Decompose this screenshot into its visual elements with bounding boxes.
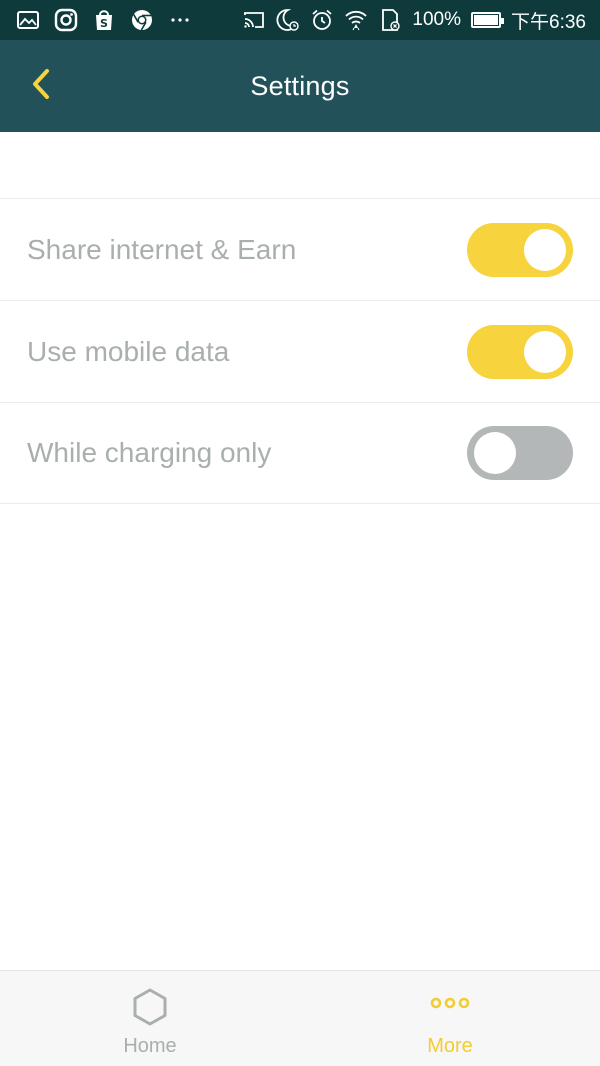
setting-label: While charging only [27, 437, 272, 468]
setting-label: Share internet & Earn [27, 233, 297, 265]
do-not-disturb-icon [276, 8, 300, 32]
instagram-icon [54, 8, 78, 32]
bottom-navigation: Home More [0, 970, 600, 1066]
status-bar-system: 100% 下午6:36 [242, 7, 586, 34]
clock: 下午6:36 [511, 11, 586, 33]
settings-list: Share internet & Earn Use mobile data Wh… [0, 198, 600, 504]
back-button[interactable] [22, 66, 62, 106]
chevron-left-icon [29, 67, 55, 106]
shopee-icon: S [92, 8, 116, 32]
mobile-data-toggle[interactable] [467, 324, 573, 379]
three-dots-icon [428, 987, 472, 1027]
sd-card-icon [378, 8, 402, 32]
cast-icon [242, 8, 266, 32]
alarm-icon [310, 8, 334, 32]
setting-row-share-internet: Share internet & Earn [0, 198, 600, 300]
nav-label-home: Home [123, 1035, 177, 1057]
status-bar-notifications: S [16, 8, 192, 32]
battery-icon [471, 12, 505, 28]
setting-label: Use mobile data [27, 335, 230, 367]
share-internet-toggle[interactable] [467, 222, 573, 277]
app-header: Settings [0, 40, 600, 132]
toggle-knob [524, 228, 566, 271]
hexagon-icon [130, 987, 170, 1027]
gallery-icon [16, 8, 40, 32]
wifi-icon [344, 8, 368, 32]
status-bar: S 100% 下午6:36 [0, 0, 600, 40]
toggle-knob [524, 330, 566, 373]
toggle-knob [474, 432, 516, 474]
more-dots-icon [168, 8, 192, 32]
nav-item-home[interactable]: Home [0, 971, 300, 1066]
svg-text:S: S [100, 17, 108, 30]
setting-row-mobile-data: Use mobile data [0, 300, 600, 402]
page-title: Settings [250, 70, 350, 101]
charging-only-toggle[interactable] [467, 426, 573, 480]
nav-label-more: More [427, 1035, 473, 1057]
battery-percentage: 100% [412, 9, 462, 30]
chrome-icon [130, 8, 154, 32]
nav-item-more[interactable]: More [300, 971, 600, 1066]
setting-row-charging-only: While charging only [0, 402, 600, 504]
